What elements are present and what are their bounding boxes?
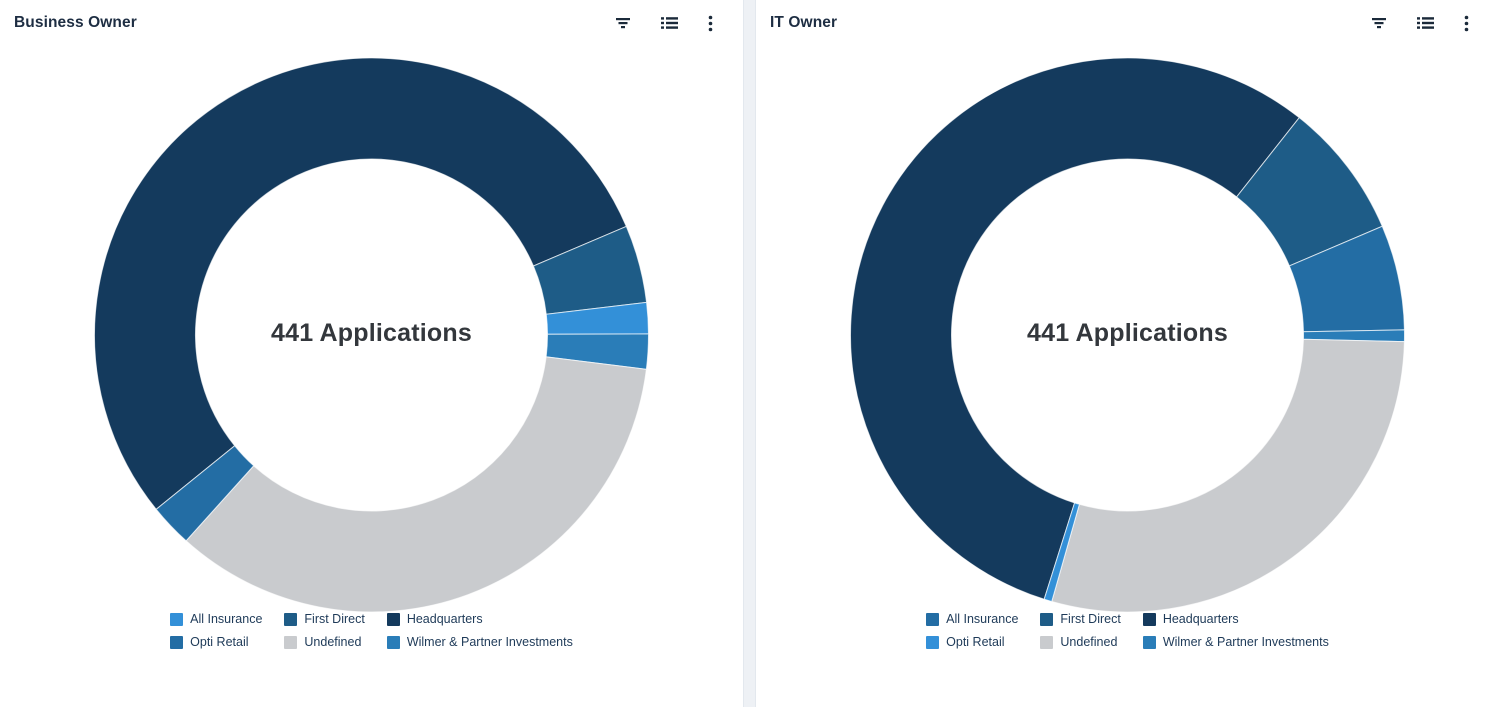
legend-item-wilmer-partner-investments[interactable]: Wilmer & Partner Investments <box>387 636 573 649</box>
legend-swatch <box>387 613 400 626</box>
legend-label: Undefined <box>304 636 361 649</box>
legend-swatch <box>1143 636 1156 649</box>
chart-legend: All Insurance First Direct Headquarters Opt… <box>756 613 1499 649</box>
legend-label: Opti Retail <box>946 636 1004 649</box>
legend-label: Opti Retail <box>190 636 248 649</box>
legend-item-headquarters[interactable]: Headquarters <box>387 613 573 626</box>
panel-header: IT Owner <box>756 0 1499 46</box>
donut-slice-undefined[interactable] <box>186 357 646 612</box>
panel-title: IT Owner <box>770 14 837 32</box>
legend-swatch <box>170 613 183 626</box>
legend-label: Headquarters <box>407 613 483 626</box>
kebab-menu-icon[interactable] <box>706 13 715 34</box>
legend-item-headquarters[interactable]: Headquarters <box>1143 613 1329 626</box>
legend-item-opti-retail[interactable]: Opti Retail <box>170 636 262 649</box>
list-icon[interactable] <box>659 13 680 33</box>
legend-label: All Insurance <box>190 613 262 626</box>
donut-slice-undefined[interactable] <box>1052 339 1405 612</box>
dashboard: Business Owner <box>0 0 1499 707</box>
panel-it-owner: IT Owner <box>756 0 1499 707</box>
legend-label: First Direct <box>304 613 364 626</box>
panel-business-owner: Business Owner <box>0 0 743 707</box>
kebab-menu-icon[interactable] <box>1462 13 1471 34</box>
donut-chart <box>756 0 1499 707</box>
legend-label: All Insurance <box>946 613 1018 626</box>
donut-center-label: 441 Applications <box>756 319 1499 348</box>
panel-toolbar <box>1369 13 1499 34</box>
legend-label: Wilmer & Partner Investments <box>407 636 573 649</box>
legend-label: Undefined <box>1060 636 1117 649</box>
donut-chart <box>0 0 743 707</box>
legend-item-opti-retail[interactable]: Opti Retail <box>926 636 1018 649</box>
legend-label: Headquarters <box>1163 613 1239 626</box>
legend-item-first-direct[interactable]: First Direct <box>1040 613 1120 626</box>
filter-icon[interactable] <box>613 13 633 33</box>
chart-legend: All Insurance First Direct Headquarters Opt… <box>0 613 743 649</box>
legend-swatch <box>1040 613 1053 626</box>
legend-label: Wilmer & Partner Investments <box>1163 636 1329 649</box>
filter-icon[interactable] <box>1369 13 1389 33</box>
legend-item-all-insurance[interactable]: All Insurance <box>926 613 1018 626</box>
legend-item-undefined[interactable]: Undefined <box>284 636 364 649</box>
legend-item-undefined[interactable]: Undefined <box>1040 636 1120 649</box>
legend-swatch <box>170 636 183 649</box>
legend-swatch <box>284 636 297 649</box>
legend-swatch <box>284 613 297 626</box>
legend-label: First Direct <box>1060 613 1120 626</box>
legend-swatch <box>387 636 400 649</box>
panel-header: Business Owner <box>0 0 743 46</box>
legend-swatch <box>926 613 939 626</box>
legend-swatch <box>1040 636 1053 649</box>
legend-item-all-insurance[interactable]: All Insurance <box>170 613 262 626</box>
legend-item-first-direct[interactable]: First Direct <box>284 613 364 626</box>
donut-center-label: 441 Applications <box>0 319 743 348</box>
legend-swatch <box>926 636 939 649</box>
legend-swatch <box>1143 613 1156 626</box>
panel-title: Business Owner <box>14 14 137 32</box>
list-icon[interactable] <box>1415 13 1436 33</box>
legend-item-wilmer-partner-investments[interactable]: Wilmer & Partner Investments <box>1143 636 1329 649</box>
panel-toolbar <box>613 13 743 34</box>
